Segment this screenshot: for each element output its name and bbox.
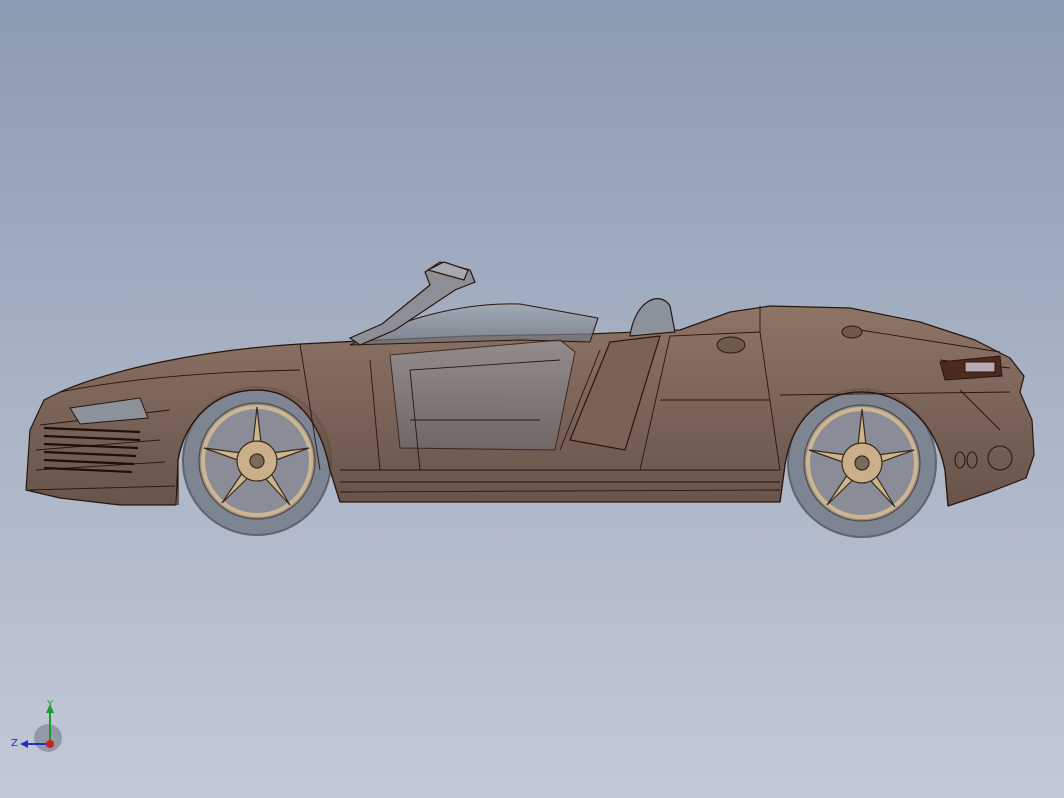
- axis-triad: Y Z: [8, 698, 68, 758]
- z-axis-label: Z: [11, 738, 18, 749]
- front-wheel: [198, 402, 316, 520]
- graphics-viewport[interactable]: Y Z: [0, 0, 1064, 798]
- rear-wheel: [803, 404, 921, 522]
- y-axis-label: Y: [46, 699, 54, 710]
- car-model[interactable]: [0, 0, 1064, 798]
- x-axis-dot: [46, 740, 54, 748]
